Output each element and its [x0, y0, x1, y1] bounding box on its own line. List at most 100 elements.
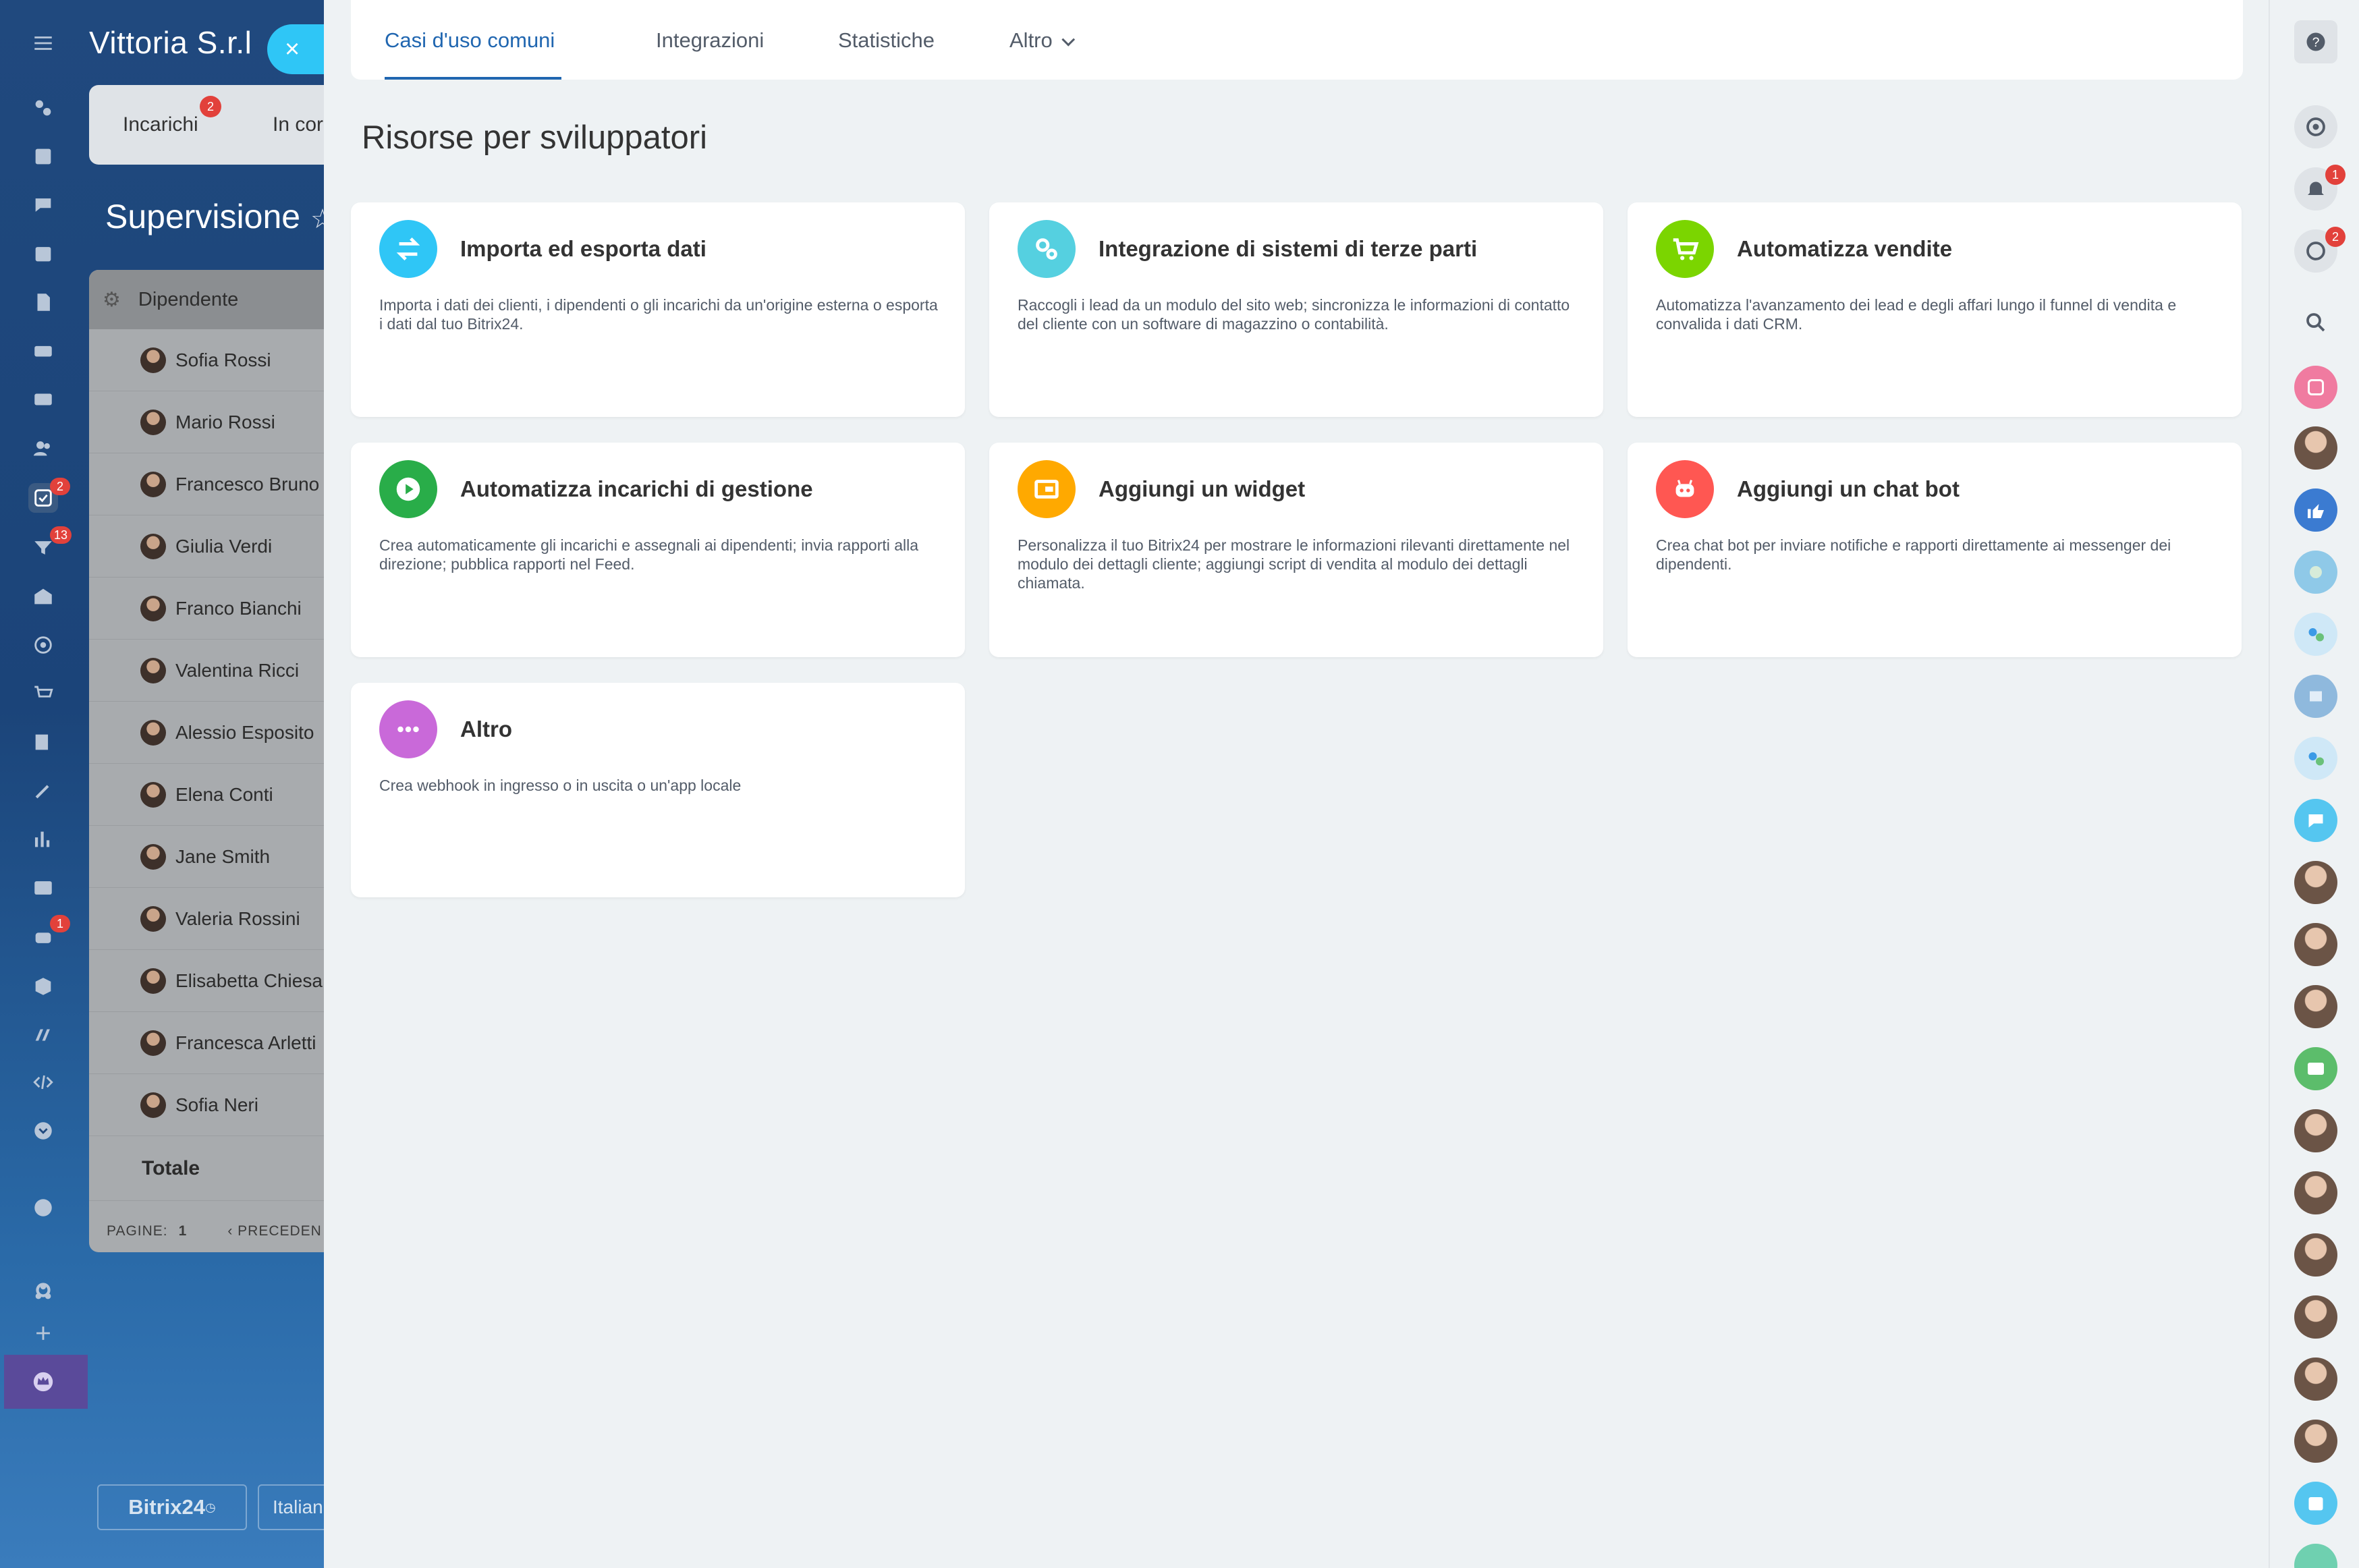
table-row[interactable]: Elena Conti — [89, 764, 332, 826]
tab-casi-d-uso-comuni[interactable]: Casi d'uso comuni — [385, 28, 555, 53]
avatar[interactable] — [2294, 861, 2337, 904]
plus-icon[interactable] — [28, 1318, 58, 1348]
card-title: Integrazione di sistemi di terze parti — [1099, 236, 1478, 261]
employee-name[interactable]: Francesca Arletti — [175, 1032, 316, 1054]
developer-code-icon[interactable] — [28, 1067, 58, 1097]
menu-icon[interactable] — [28, 28, 58, 58]
more-chevron-icon[interactable] — [28, 1116, 58, 1146]
tab-incarichi[interactable]: Incarichi — [123, 113, 198, 136]
box-icon[interactable] — [28, 972, 58, 1001]
avatar[interactable] — [2294, 1357, 2337, 1401]
help-icon[interactable] — [28, 1193, 58, 1223]
avatar — [140, 968, 166, 994]
signature-icon[interactable] — [28, 776, 58, 806]
employee-name[interactable]: Alessio Esposito — [175, 722, 314, 744]
calendar-icon[interactable] — [2294, 1482, 2337, 1525]
card-automate-sales[interactable]: Automatizza vendite Automatizza l'avanza… — [1628, 202, 2242, 417]
employee-name[interactable]: Valeria Rossini — [175, 908, 300, 930]
widget-icon — [1034, 480, 1059, 499]
employee-name[interactable]: Elisabetta Chiesa — [175, 970, 323, 992]
avatar[interactable] — [2294, 426, 2337, 470]
chevron-down-icon — [1061, 32, 1075, 47]
employee-name[interactable]: Giulia Verdi — [175, 536, 272, 557]
contact-card-icon[interactable] — [28, 873, 58, 903]
gear-icon[interactable]: ⚙ — [103, 288, 121, 312]
avatar — [140, 347, 166, 373]
card-automate-management-tasks[interactable]: Automatizza incarichi di gestione Crea a… — [351, 443, 965, 657]
news-icon[interactable] — [28, 142, 58, 171]
chat-icon[interactable] — [2294, 1544, 2337, 1568]
tasks-chat-icon[interactable] — [2294, 366, 2337, 409]
table-row[interactable]: Giulia Verdi — [89, 515, 332, 578]
employee-name[interactable]: Francesco Bruno — [175, 474, 319, 495]
avatar[interactable] — [2294, 1171, 2337, 1214]
settings-icon[interactable] — [28, 1275, 58, 1305]
avatar[interactable] — [2294, 1420, 2337, 1463]
employee-name[interactable]: Valentina Ricci — [175, 660, 299, 681]
calendar-icon[interactable] — [28, 239, 58, 269]
employee-name[interactable]: Elena Conti — [175, 784, 273, 806]
card-title: Automatizza vendite — [1737, 236, 1953, 261]
card-third-party-integration[interactable]: Integrazione di sistemi di terze parti R… — [989, 202, 1603, 417]
avatar[interactable] — [2294, 985, 2337, 1028]
drive-icon[interactable] — [28, 336, 58, 366]
group-chat-icon[interactable] — [2294, 551, 2337, 594]
avatar[interactable] — [2294, 1233, 2337, 1277]
card-import-export[interactable]: Importa ed esporta dati Importa i dati d… — [351, 202, 965, 417]
crown-icon[interactable] — [28, 1367, 58, 1397]
table-row[interactable]: Valentina Ricci — [89, 640, 332, 702]
avatar[interactable] — [2294, 1109, 2337, 1152]
contact-card-icon[interactable] — [2294, 1047, 2337, 1090]
table-row[interactable]: Sofia Neri — [89, 1074, 332, 1136]
employee-name[interactable]: Jane Smith — [175, 846, 270, 868]
tasks-tab-badge: 2 — [200, 96, 221, 117]
chat-icon[interactable] — [28, 190, 58, 220]
help-icon[interactable]: ? — [2294, 20, 2337, 63]
shop-cart-icon[interactable] — [28, 679, 58, 708]
company-icon[interactable] — [28, 582, 58, 611]
table-row[interactable]: Valeria Rossini — [89, 888, 332, 950]
avatar[interactable] — [2294, 1295, 2337, 1339]
analytics-icon[interactable] — [28, 824, 58, 854]
avatar — [140, 595, 166, 621]
card-description: Importa i dati dei clienti, i dipendenti… — [379, 296, 938, 333]
table-row[interactable]: Jane Smith — [89, 826, 332, 888]
general-chat-icon[interactable] — [2294, 799, 2337, 842]
card-other[interactable]: Altro Crea webhook in ingresso o in usci… — [351, 683, 965, 897]
tab-integrazioni[interactable]: Integrazioni — [656, 28, 764, 53]
edit-list-icon[interactable] — [28, 727, 58, 757]
table-row[interactable]: Mario Rossi — [89, 391, 332, 453]
bitrix24-logo[interactable]: Bitrix24 ◷ — [97, 1484, 247, 1530]
tab-in-corso[interactable]: In cor — [273, 113, 323, 136]
goals-icon[interactable] — [28, 630, 58, 660]
feed-icon[interactable] — [28, 93, 58, 123]
table-row[interactable]: Francesco Bruno — [89, 453, 332, 515]
table-row[interactable]: Elisabetta Chiesa — [89, 950, 332, 1012]
card-add-chat-bot[interactable]: Aggiungi un chat bot Crea chat bot per i… — [1628, 443, 2242, 657]
like-icon[interactable] — [2294, 488, 2337, 532]
documents-icon[interactable] — [28, 287, 58, 317]
table-row[interactable]: Alessio Esposito — [89, 702, 332, 764]
employee-name[interactable]: Mario Rossi — [175, 412, 275, 433]
avatar[interactable] — [2294, 923, 2337, 966]
robot-icon — [1675, 480, 1694, 497]
search-icon[interactable] — [2294, 301, 2337, 344]
table-row[interactable]: Sofia Rossi — [89, 329, 332, 391]
previous-page-link[interactable]: ‹ PRECEDEN — [227, 1223, 322, 1239]
table-row[interactable]: Francesca Arletti — [89, 1012, 332, 1074]
table-row[interactable]: Franco Bianchi — [89, 578, 332, 640]
employee-name[interactable]: Sofia Neri — [175, 1094, 258, 1116]
copilot-icon[interactable] — [2294, 105, 2337, 148]
employee-name[interactable]: Franco Bianchi — [175, 598, 302, 619]
workgroup-icon[interactable] — [2294, 675, 2337, 718]
tab-statistiche[interactable]: Statistiche — [838, 28, 935, 53]
column-header-dipendente[interactable]: Dipendente — [138, 289, 238, 311]
workgroup-icon[interactable] — [2294, 613, 2337, 656]
tab-altro[interactable]: Altro — [1009, 28, 1075, 53]
card-add-widget[interactable]: Aggiungi un widget Personalizza il tuo B… — [989, 443, 1603, 657]
employee-name[interactable]: Sofia Rossi — [175, 349, 271, 371]
market-icon[interactable] — [28, 1020, 58, 1050]
employees-icon[interactable] — [28, 433, 58, 463]
mail-icon[interactable] — [28, 385, 58, 414]
workgroup-icon[interactable] — [2294, 737, 2337, 780]
